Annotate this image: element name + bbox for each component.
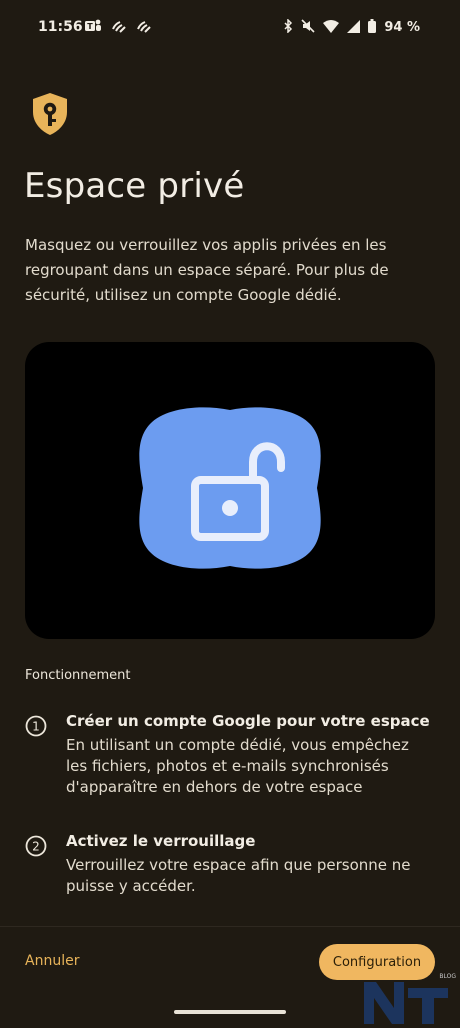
notification-icons: T (84, 18, 152, 38)
watermark-logo: BLOG (364, 968, 460, 1024)
status-bar: 11:56 T 94 % (0, 0, 460, 56)
signal-icon (347, 18, 361, 37)
system-icons: 94 % (283, 18, 420, 37)
battery-icon (368, 18, 377, 37)
cancel-button[interactable]: Annuler (25, 953, 79, 969)
teams-icon: T (84, 18, 102, 38)
shield-key-icon (31, 92, 69, 136)
step-number-1-icon: 1 (25, 715, 47, 737)
page-title: Espace privé (24, 166, 245, 206)
section-label: Fonctionnement (25, 668, 131, 683)
step-number-2-icon: 2 (25, 835, 47, 857)
step-title: Activez le verrouillage (66, 832, 256, 850)
page-description: Masquez ou verrouillez vos applis privée… (25, 236, 389, 304)
step-number: 1 (32, 720, 40, 734)
step-title: Créer un compte Google pour votre espace (66, 712, 430, 730)
svg-text:T: T (87, 22, 93, 31)
step-number: 2 (32, 840, 40, 854)
wifi-icon (323, 18, 340, 37)
step-body: En utilisant un compte dédié, vous empêc… (66, 736, 409, 796)
wifi-calling-icon (136, 19, 152, 38)
watermark-text: BLOG (439, 973, 456, 980)
private-space-illustration (25, 342, 435, 639)
bluetooth-icon (283, 18, 293, 37)
step-body: Verrouillez votre espace afin que person… (66, 856, 411, 895)
unlocked-padlock-icon (139, 407, 321, 569)
status-time: 11:56 (38, 19, 83, 35)
mute-icon (301, 18, 315, 37)
navigation-handle[interactable] (174, 1010, 286, 1014)
footer-divider (0, 926, 460, 927)
wifi-calling-icon (111, 19, 127, 38)
battery-percentage: 94 % (384, 20, 420, 35)
